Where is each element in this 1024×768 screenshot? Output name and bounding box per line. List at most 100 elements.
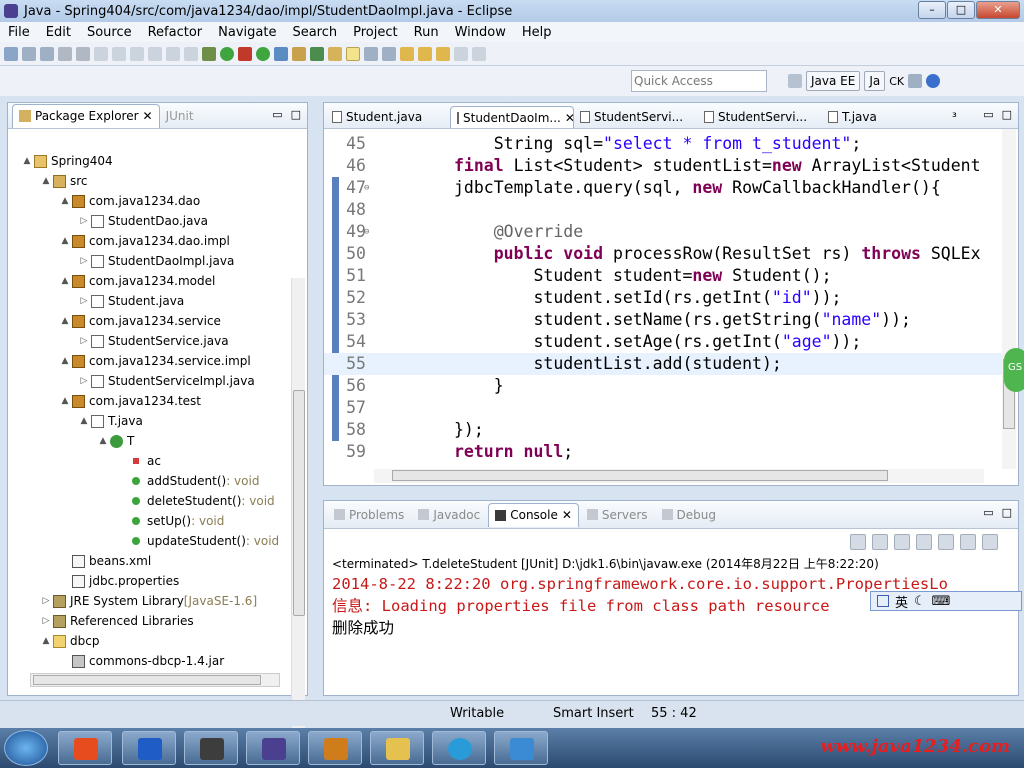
console-panel-tab[interactable]: Javadoc [412,503,486,527]
pin-editor-icon[interactable] [472,46,486,61]
save-all-icon[interactable] [40,46,54,61]
show-whitespace-icon[interactable] [364,46,378,61]
expand-icon[interactable]: ▷ [41,616,51,626]
remove-all-icon[interactable] [894,534,910,550]
expand-icon[interactable]: ▲ [60,316,70,326]
expand-icon[interactable]: ▲ [60,196,70,206]
back-icon[interactable] [436,46,450,61]
expand-icon[interactable]: ▷ [79,216,89,226]
minimize-console-icon[interactable]: ▭ [983,506,993,519]
menu-search[interactable]: Search [284,25,345,40]
stop-icon[interactable] [166,46,180,61]
tree-item[interactable]: jdbc.properties [8,571,307,591]
pin-console-icon[interactable] [938,534,954,550]
code-line[interactable]: 45 String sql="select * from t_student"; [324,133,1004,155]
ime-toolbar[interactable]: 英 ☾ ⌨ [870,591,1022,611]
code-line[interactable]: 58}); [324,419,1004,441]
console-panel-tab[interactable]: Console ✕ [488,502,579,527]
console-panel-tab[interactable]: Servers [581,503,654,527]
pause-icon[interactable] [148,46,162,61]
editor-tab[interactable]: StudentServi... [574,106,698,128]
tree-item[interactable]: commons-dbcp-1.4.jar [8,651,307,671]
expand-icon[interactable]: ▷ [79,296,89,306]
editor-horizontal-scrollbar[interactable] [374,469,984,483]
tree-item[interactable]: ▷ StudentServiceImpl.java [8,371,307,391]
maximize-button[interactable]: □ [947,1,975,19]
tree-item[interactable]: updateStudent() : void [8,531,307,551]
tree-item[interactable]: setUp() : void [8,511,307,531]
tab-package-explorer[interactable]: Package Explorer ✕ [12,103,160,128]
close-icon[interactable]: ✕ [565,111,573,125]
editor-vertical-scrollbar[interactable] [1002,129,1016,469]
tree-item[interactable]: ▲ com.java1234.dao.impl [8,231,307,251]
editor-tab[interactable]: StudentServi... [698,106,822,128]
tree-item[interactable]: ▲ Spring404 [8,151,307,171]
minimize-editor-icon[interactable]: ▭ [983,108,993,121]
expand-icon[interactable]: ▲ [60,276,70,286]
next-annotation-icon[interactable] [400,46,414,61]
tree-item[interactable]: ▲ com.java1234.model [8,271,307,291]
code-line[interactable]: 55 studentList.add(student); [324,353,1004,375]
code-line[interactable]: 52 student.setId(rs.getInt("id")); [324,287,1004,309]
minimize-view-icon[interactable]: ▭ [272,108,282,121]
expand-icon[interactable]: ▲ [41,176,51,186]
tree-item[interactable]: ▲ com.java1234.dao [8,191,307,211]
code-line[interactable]: 47 ⊖ jdbcTemplate.query(sql, new RowCallba… [324,177,1004,199]
code-area[interactable]: 45 String sql="select * from t_student";… [324,131,1004,475]
prev-annotation-icon[interactable] [418,46,432,61]
code-line[interactable]: 59 return null; [324,441,1004,463]
close-icon[interactable]: ✕ [562,508,572,522]
new-server-icon[interactable] [256,46,270,61]
tree-horizontal-scrollbar[interactable] [30,673,280,687]
taskbar-app-wps[interactable] [122,731,176,765]
perspective-java[interactable]: Ja [864,71,886,91]
code-line[interactable]: 54 student.setAge(rs.getInt("age")); [324,331,1004,353]
expand-icon[interactable]: ▲ [60,236,70,246]
expand-icon[interactable]: ▲ [60,356,70,366]
menu-file[interactable]: File [0,25,38,40]
menu-edit[interactable]: Edit [38,25,79,40]
taskbar-app-qq[interactable] [432,731,486,765]
remove-launch-icon[interactable] [872,534,888,550]
debug-icon[interactable] [202,46,216,61]
code-line[interactable]: 51 Student student=new Student(); [324,265,1004,287]
tree-item[interactable]: ▷ Student.java [8,291,307,311]
ime-language[interactable]: 英 [895,592,908,611]
expand-icon[interactable]: ▷ [79,336,89,346]
tree-item[interactable]: ▲ src [8,171,307,191]
tree-item[interactable]: ▷ StudentDaoImpl.java [8,251,307,271]
block-selection-icon[interactable] [382,46,396,61]
tree-item[interactable]: ▲ com.java1234.service.impl [8,351,307,371]
tree-item[interactable]: addStudent() : void [8,471,307,491]
editor-tab[interactable]: T.java [822,106,946,128]
menu-source[interactable]: Source [79,25,140,40]
start-button[interactable] [4,730,48,766]
tree-item[interactable]: ac [8,451,307,471]
tree-item[interactable]: ▷ StudentDao.java [8,211,307,231]
taskbar-app-explorer[interactable] [370,731,424,765]
console-panel-tab[interactable]: Problems [328,503,410,527]
open-type-icon[interactable] [328,46,342,61]
expand-icon[interactable]: ▷ [79,376,89,386]
redo-icon[interactable] [112,46,126,61]
taskbar-app-dolphin[interactable] [494,731,548,765]
new-icon[interactable] [4,46,18,61]
scroll-lock-icon[interactable] [916,534,932,550]
perspective-ck[interactable]: CK [889,75,904,88]
maximize-editor-icon[interactable]: □ [1002,108,1012,121]
tree-item[interactable]: ▷ Referenced Libraries [8,611,307,631]
expand-icon[interactable]: ▲ [41,636,51,646]
floating-gs-button[interactable]: GS [1004,348,1024,392]
menu-run[interactable]: Run [406,25,447,40]
forward-icon[interactable] [454,46,468,61]
tree-item[interactable]: ▷ StudentService.java [8,331,307,351]
expand-icon[interactable]: ▲ [60,396,70,406]
taskbar-app-cmd[interactable] [184,731,238,765]
build-icon[interactable] [76,46,90,61]
tab-junit[interactable]: JUnit [160,104,200,128]
menu-help[interactable]: Help [514,25,560,40]
code-line[interactable]: 57 [324,397,1004,419]
maximize-view-icon[interactable]: □ [291,108,301,121]
fold-icon[interactable]: ⊖ [364,177,369,199]
perspective-javaee[interactable]: Java EE [806,71,861,91]
